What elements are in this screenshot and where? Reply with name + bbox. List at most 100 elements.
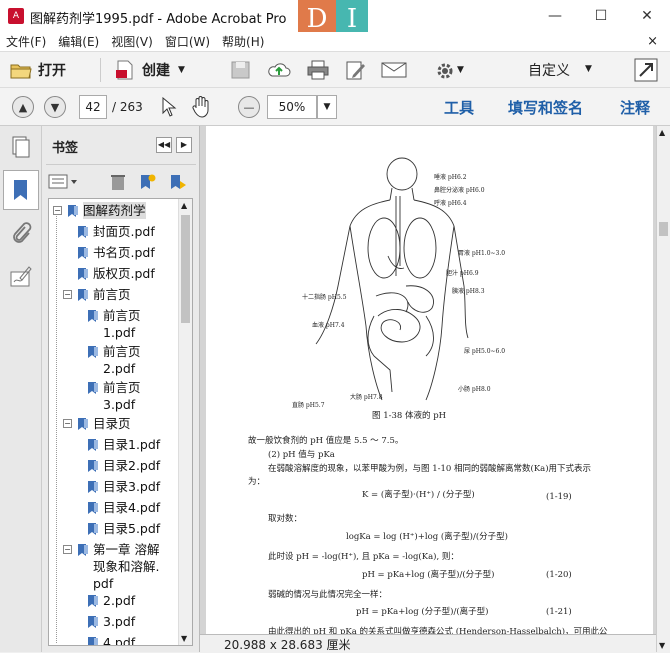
bookmark-item[interactable]: 前言页 2.pdf [103,343,141,377]
equation: pH = pKa+log (离子型)/(分子型) [362,570,495,580]
bookmark-item[interactable]: 图解药剂学 [83,202,146,219]
scrollbar-thumb[interactable] [181,215,190,323]
signatures-icon[interactable] [8,264,34,290]
bookmark-label: 封面页.pdf [93,224,155,239]
bookmark-item[interactable]: 封面页.pdf [93,223,155,240]
paragraph: 弱碱的情况与此情况完全一样： [268,590,388,600]
bookmark-item[interactable]: 4.pdf [103,634,135,645]
minimize-button[interactable]: — [532,0,578,32]
chevron-down-icon: ▼ [178,65,185,75]
bookmark-label: 目录页 [93,416,131,431]
bookmark-scrollbar[interactable]: ▲ ▼ [178,199,192,645]
status-bar: 20.988 x 28.683 厘米 [200,634,656,652]
next-page-icon[interactable]: ▼ [44,96,66,118]
bookmarks-tab[interactable] [3,170,39,210]
attachment-paperclip-icon[interactable] [8,220,34,246]
bookmark-item[interactable]: 目录2.pdf [103,457,160,474]
email-icon[interactable] [381,61,407,79]
zoom-input[interactable]: 50% [267,95,317,119]
figure-label: 胰液 pH8.3 [452,288,485,295]
save-icon[interactable] [230,60,252,80]
collapse-toggle-icon[interactable]: − [63,290,72,299]
figure-label: 胆汁 pH6.9 [446,270,479,277]
zoom-dropdown-icon[interactable]: ▼ [317,95,337,119]
fill-sign-link[interactable]: 填写和签名 [508,97,583,118]
figure-label: 呼液 pH6.4 [434,200,467,207]
figure-label: 尿 pH5.0~6.0 [464,348,506,355]
expand-bookmark-icon[interactable] [168,173,188,191]
bookmark-item[interactable]: 书名页.pdf [93,244,155,261]
upload-cloud-icon[interactable] [267,60,291,80]
customize-dropdown[interactable]: 自定义 [528,60,570,80]
tools-link[interactable]: 工具 [444,97,474,118]
divider [100,58,101,82]
menu-view[interactable]: 视图(V) [105,32,159,52]
bookmark-item[interactable]: 前言页 1.pdf [103,307,141,341]
expand-icon[interactable] [634,58,658,82]
document-scrollbar[interactable]: ▲ ▼ [656,126,670,652]
select-arrow-icon[interactable] [160,97,178,117]
collapse-toggle-icon[interactable]: − [63,545,72,554]
paragraph: 在弱酸溶解度的现象，以苯甲酸为例，与图 1-10 相同的弱酸解离常数(Ka)用下… [268,464,592,474]
gear-icon[interactable] [434,60,456,82]
options-menu-icon[interactable] [48,173,78,191]
menu-window[interactable]: 窗口(W) [159,32,216,52]
bookmark-item[interactable]: 第一章 溶解 现象和溶解. pdf [93,541,159,592]
new-bookmark-icon[interactable] [138,173,156,191]
scroll-up-icon[interactable]: ▲ [181,201,187,210]
menu-file[interactable]: 文件(F) [0,32,52,52]
equation-number: (1-21) [546,607,572,617]
scroll-down-icon[interactable]: ▼ [181,634,187,643]
print-icon[interactable] [306,60,330,80]
open-label: 打开 [38,63,66,79]
scroll-down-icon[interactable]: ▼ [659,641,665,650]
bookmark-label: 目录5.pdf [103,521,161,536]
paragraph: 为： [248,477,266,487]
bookmark-item[interactable]: 前言页 3.pdf [103,379,141,413]
hand-tool-icon[interactable] [191,96,211,118]
bookmark-item[interactable]: 3.pdf [103,613,135,630]
menu-help[interactable]: 帮助(H) [216,32,270,52]
bookmark-item[interactable]: 版权页.pdf [93,265,155,282]
divider [46,164,196,165]
menu-edit[interactable]: 编辑(E) [52,32,105,52]
bookmark-label: 书名页.pdf [93,245,155,260]
scroll-up-icon[interactable]: ▲ [659,128,665,137]
acrobat-app-icon[interactable]: A [8,8,24,24]
comment-link[interactable]: 注释 [620,97,650,118]
bookmark-item[interactable]: 目录4.pdf [103,499,160,516]
bookmark-tree: − 图解药剂学 封面页.pdf 书名页.pdf 版权页.pdf − 前言页 前言页 1.pdf 前… [48,198,193,646]
bookmark-icon [88,595,98,607]
collapse-toggle-icon[interactable]: − [53,206,62,215]
collapse-toggle-icon[interactable]: − [63,419,72,428]
close-button[interactable]: ✕ [624,0,670,32]
delete-trash-icon[interactable] [110,173,126,191]
create-button[interactable]: 创建 ▼ [114,56,185,84]
bookmark-item[interactable]: 2.pdf [103,592,135,609]
expand-panel-icon[interactable]: ▶ [176,137,192,153]
chevron-down-icon[interactable]: ▼ [585,64,592,74]
bookmark-item[interactable]: 目录页 [93,415,131,432]
navigation-toolbar: ▲ ▼ 42 / 263 — 50% ▼ 工具 填写和签名 注释 [0,88,670,126]
close-document-icon[interactable]: × [641,32,664,52]
bookmark-label: 1.pdf [103,325,136,340]
bookmark-icon [78,268,88,280]
zoom-out-icon[interactable]: — [238,96,260,118]
maximize-button[interactable]: ☐ [578,0,624,32]
bookmark-item[interactable]: 前言页 [93,286,131,303]
open-button[interactable]: 打开 [10,56,66,84]
scrollbar-thumb[interactable] [659,222,668,236]
bookmark-label: 现象和溶解. [93,559,160,574]
bookmark-label: 目录2.pdf [103,458,161,473]
page-thumbnails-icon[interactable] [8,134,34,160]
bookmark-icon [88,460,98,472]
page-number-input[interactable]: 42 [79,95,107,119]
bookmark-item[interactable]: 目录5.pdf [103,520,160,537]
edit-document-icon[interactable] [344,60,368,80]
collapse-panel-icon[interactable]: ◀◀ [156,137,172,153]
chevron-down-icon[interactable]: ▼ [457,65,464,75]
bookmark-item[interactable]: 目录3.pdf [103,478,160,495]
previous-page-icon[interactable]: ▲ [12,96,34,118]
window-title: 图解药剂学1995.pdf - Adobe Acrobat Pro [30,12,287,27]
bookmark-item[interactable]: 目录1.pdf [103,436,160,453]
